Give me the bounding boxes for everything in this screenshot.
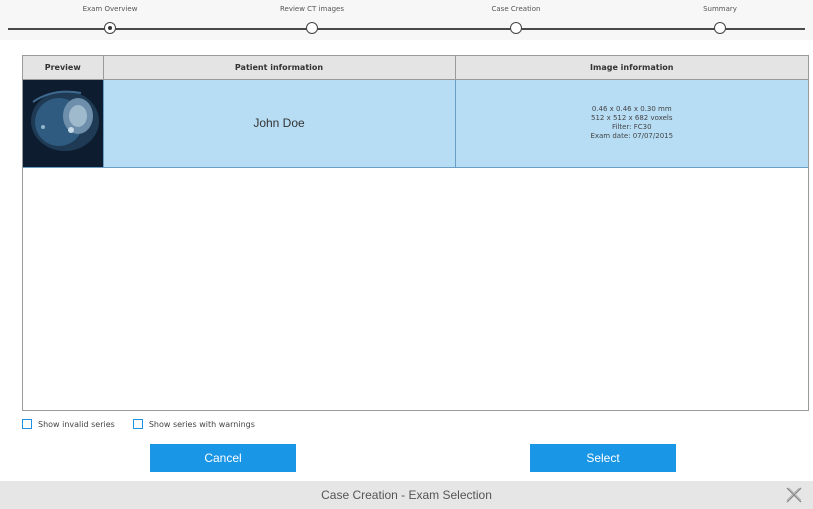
cancel-button[interactable]: Cancel	[150, 444, 296, 472]
dialog-footer: Case Creation - Exam Selection	[0, 481, 813, 509]
column-header-patient-information: Patient information	[103, 56, 456, 80]
step-label: Summary	[703, 5, 737, 13]
show-series-with-warnings-label: Show series with warnings	[148, 419, 255, 429]
step-review-ct-images: Review CT images	[232, 0, 392, 40]
step-marker-icon	[510, 22, 522, 34]
show-series-with-warnings-checkbox[interactable]	[132, 419, 143, 429]
show-invalid-series-option[interactable]: Show invalid series	[22, 419, 115, 429]
exam-table-panel: Preview Patient information Image inform…	[22, 55, 809, 411]
progress-stepper: Exam Overview Review CT images Case Crea…	[0, 0, 813, 40]
step-label: Review CT images	[279, 5, 345, 13]
close-x-icon[interactable]	[785, 486, 803, 504]
image-information-cell: 0.46 x 0.46 x 0.30 mm 512 x 512 x 682 vo…	[455, 79, 808, 168]
patient-name-cell: John Doe	[103, 79, 456, 168]
show-series-with-warnings-option[interactable]: Show series with warnings	[132, 419, 255, 429]
column-header-image-information: Image information	[455, 56, 808, 80]
ct-scan-thumbnail	[23, 79, 103, 162]
step-marker-active-icon	[104, 22, 116, 34]
step-summary: Summary	[640, 0, 800, 40]
step-label: Exam Overview	[82, 5, 138, 13]
table-header-row: Preview Patient information Image inform…	[23, 56, 808, 80]
preview-thumbnail	[23, 79, 104, 168]
series-filter-options: Show invalid series Show series with war…	[22, 417, 273, 431]
column-header-preview: Preview	[23, 56, 104, 80]
volume-dimensions: 512 x 512 x 682 voxels	[590, 114, 673, 122]
step-exam-overview: Exam Overview	[30, 0, 190, 40]
exam-date: Exam date: 07/07/2015	[590, 132, 674, 140]
show-invalid-series-label: Show invalid series	[38, 419, 115, 429]
step-marker-icon	[306, 22, 318, 34]
show-invalid-series-checkbox[interactable]	[22, 419, 32, 429]
exam-table: Preview Patient information Image inform…	[23, 56, 808, 168]
step-marker-icon	[714, 22, 726, 34]
dialog-title: Case Creation - Exam Selection	[321, 488, 492, 502]
reconstruction-filter: Filter: FC30	[611, 123, 652, 131]
step-case-creation: Case Creation	[436, 0, 596, 40]
table-row[interactable]: John Doe 0.46 x 0.46 x 0.30 mm 512 x 512…	[23, 79, 808, 168]
patient-name: John Doe	[253, 116, 305, 130]
step-label: Case Creation	[491, 5, 541, 13]
select-button[interactable]: Select	[530, 444, 676, 472]
voxel-size: 0.46 x 0.46 x 0.30 mm	[591, 105, 672, 113]
